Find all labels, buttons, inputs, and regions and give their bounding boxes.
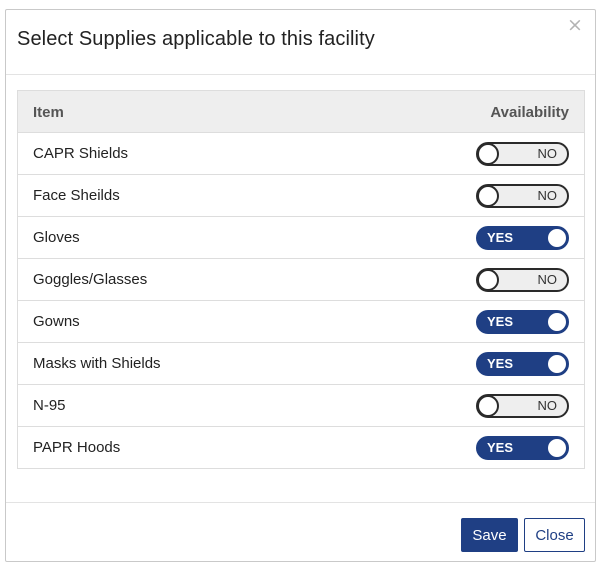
table-header: Item Availability xyxy=(18,91,584,133)
table-row: N-95 NO xyxy=(18,385,584,427)
close-button[interactable]: Close xyxy=(524,518,585,552)
row-item-label: Gowns xyxy=(33,313,80,330)
toggle-knob xyxy=(477,143,499,165)
availability-toggle[interactable]: NO xyxy=(476,142,569,166)
supplies-table: Item Availability CAPR Shields NO Face S… xyxy=(17,90,585,469)
availability-toggle[interactable]: NO xyxy=(476,184,569,208)
toggle-knob xyxy=(477,395,499,417)
toggle-knob xyxy=(546,227,568,249)
toggle-state-label: YES xyxy=(487,440,514,455)
availability-toggle[interactable]: YES xyxy=(476,436,569,460)
row-item-label: Gloves xyxy=(33,229,80,246)
availability-toggle[interactable]: YES xyxy=(476,310,569,334)
row-item-label: CAPR Shields xyxy=(33,145,129,162)
table-row: Goggles/Glasses NO xyxy=(18,259,584,301)
dialog-footer: Save Close xyxy=(6,502,595,561)
dialog-title: Select Supplies applicable to this facil… xyxy=(17,28,375,50)
toggle-state-label: NO xyxy=(537,146,558,161)
toggle-state-label: NO xyxy=(537,398,558,413)
toggle-knob xyxy=(546,353,568,375)
column-header-item: Item xyxy=(33,104,64,121)
dialog-header: Select Supplies applicable to this facil… xyxy=(6,10,595,75)
toggle-knob xyxy=(477,185,499,207)
table-row: PAPR Hoods YES xyxy=(18,427,584,468)
supplies-dialog: Select Supplies applicable to this facil… xyxy=(5,9,596,562)
column-header-availability: Availability xyxy=(490,104,569,121)
toggle-knob xyxy=(477,269,499,291)
table-row: Face Sheilds NO xyxy=(18,175,584,217)
toggle-knob xyxy=(546,437,568,459)
availability-toggle[interactable]: YES xyxy=(476,226,569,250)
close-icon[interactable]: × xyxy=(567,16,583,35)
toggle-state-label: YES xyxy=(487,314,514,329)
row-item-label: N-95 xyxy=(33,397,66,414)
availability-toggle[interactable]: YES xyxy=(476,352,569,376)
availability-toggle[interactable]: NO xyxy=(476,394,569,418)
availability-toggle[interactable]: NO xyxy=(476,268,569,292)
toggle-knob xyxy=(546,311,568,333)
toggle-state-label: YES xyxy=(487,356,514,371)
toggle-state-label: YES xyxy=(487,230,514,245)
row-item-label: Face Sheilds xyxy=(33,187,120,204)
table-row: CAPR Shields NO xyxy=(18,133,584,175)
row-item-label: Goggles/Glasses xyxy=(33,271,148,288)
row-item-label: PAPR Hoods xyxy=(33,439,121,456)
save-button[interactable]: Save xyxy=(461,518,518,552)
table-row: Gloves YES xyxy=(18,217,584,259)
toggle-state-label: NO xyxy=(537,272,558,287)
table-row: Gowns YES xyxy=(18,301,584,343)
table-row: Masks with Shields YES xyxy=(18,343,584,385)
row-item-label: Masks with Shields xyxy=(33,355,161,372)
toggle-state-label: NO xyxy=(537,188,558,203)
